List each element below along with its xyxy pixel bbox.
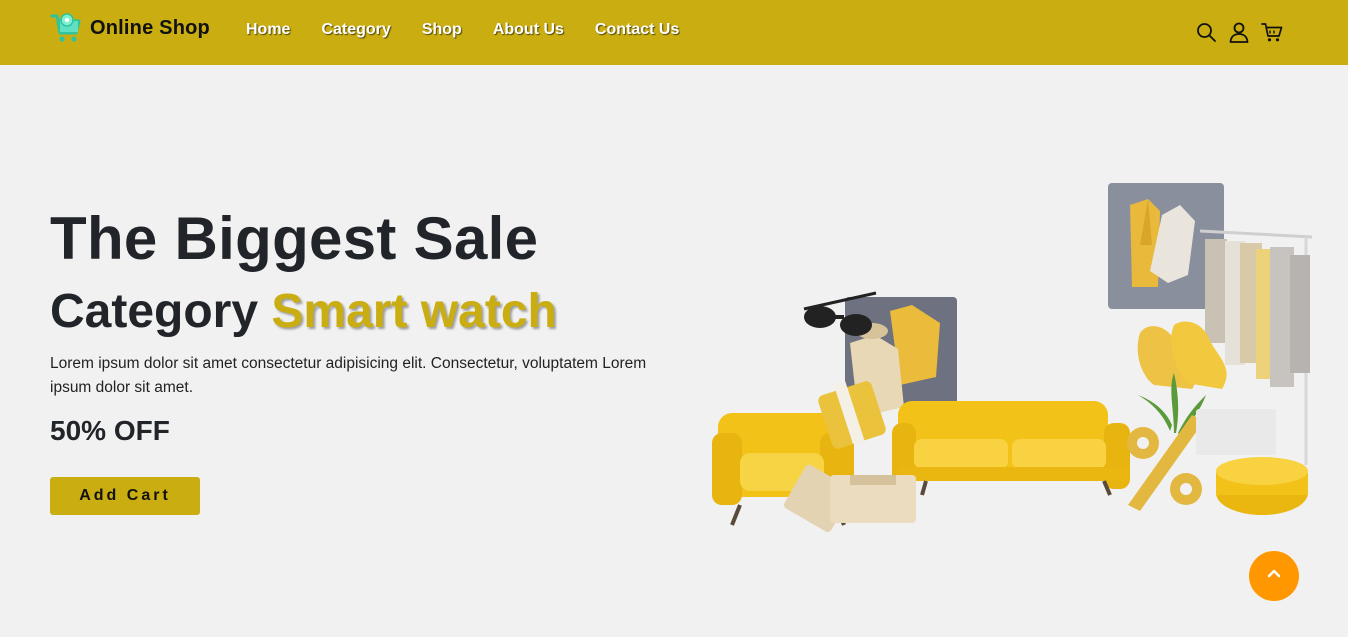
sofa bbox=[892, 401, 1130, 496]
shopping-cart-icon bbox=[50, 12, 82, 44]
hero-image bbox=[712, 183, 1313, 533]
discount-label: 50% OFF bbox=[50, 415, 170, 446]
user-icon[interactable] bbox=[1228, 21, 1250, 43]
search-icon[interactable] bbox=[1195, 21, 1217, 43]
shelf bbox=[1196, 409, 1276, 455]
nav-link-about-us[interactable]: About Us bbox=[493, 21, 564, 39]
nav-link-category[interactable]: Category bbox=[321, 21, 390, 39]
nav-icons bbox=[1195, 21, 1294, 43]
cart-icon[interactable] bbox=[1261, 21, 1283, 43]
brand-logo[interactable]: Online Shop bbox=[50, 12, 210, 44]
hero-subtitle-prefix: Category bbox=[50, 285, 259, 338]
hero-title: The Biggest Sale bbox=[50, 205, 539, 272]
hero-subtitle-accent: Smart watch bbox=[271, 285, 557, 338]
add-cart-button[interactable]: Add Cart bbox=[50, 477, 200, 515]
hero-description: Lorem ipsum dolor sit amet consectetur a… bbox=[50, 355, 647, 396]
percent-sign-graphic bbox=[1127, 415, 1204, 511]
nav-link-shop[interactable]: Shop bbox=[422, 21, 462, 39]
brand-name: Online Shop bbox=[90, 16, 210, 39]
nav-links: Home Category Shop About Us Contact Us bbox=[246, 21, 710, 39]
scroll-to-top-button[interactable] bbox=[1249, 551, 1299, 601]
nav-link-home[interactable]: Home bbox=[246, 21, 290, 39]
nav-link-contact-us[interactable]: Contact Us bbox=[595, 21, 679, 39]
navbar: Online Shop Home Category Shop About Us … bbox=[0, 0, 1348, 65]
hero-subtitle: Category Smart watch bbox=[50, 284, 557, 339]
chevron-up-icon bbox=[1265, 565, 1283, 588]
ottoman bbox=[1216, 457, 1308, 515]
